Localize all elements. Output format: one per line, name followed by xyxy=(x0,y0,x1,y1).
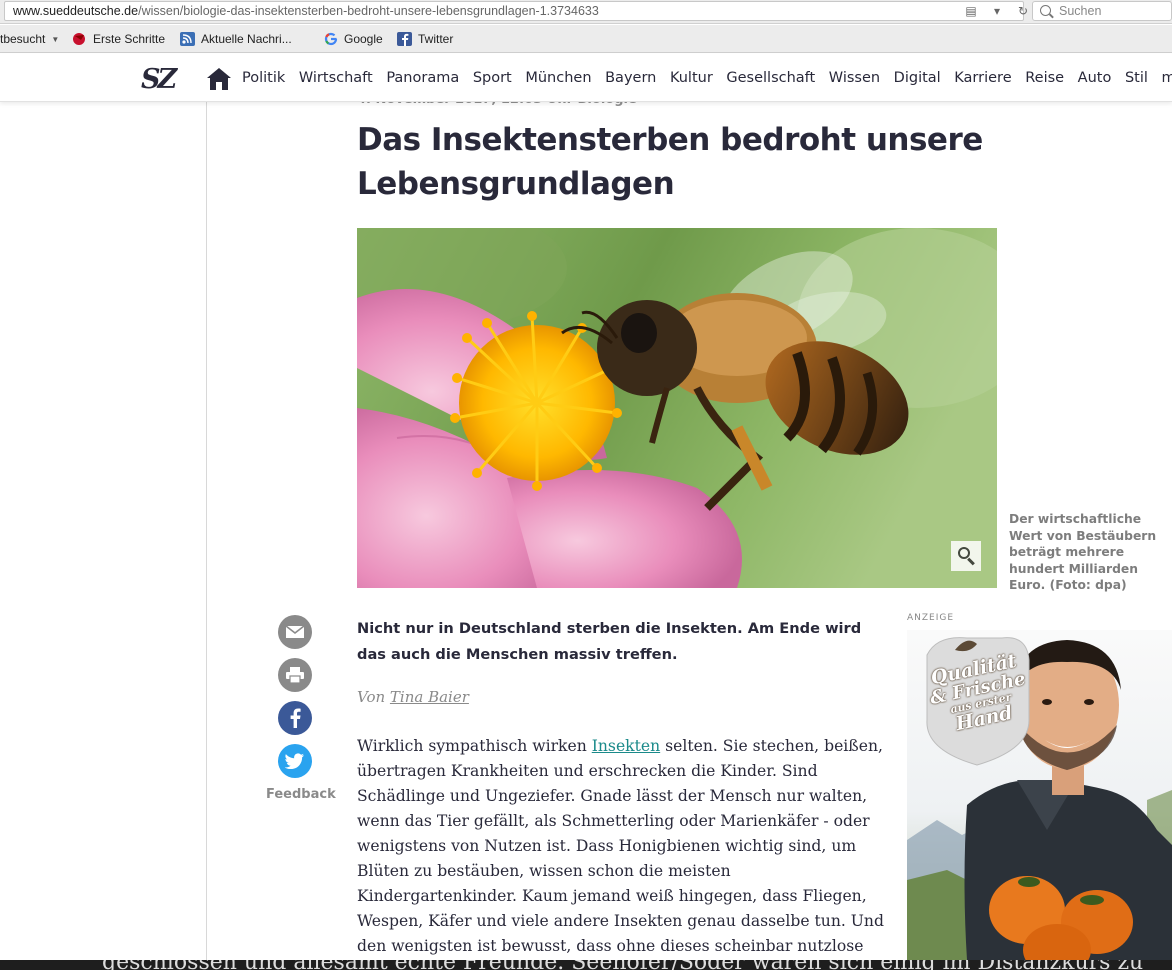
facebook-icon xyxy=(290,708,301,728)
facebook-favicon-icon xyxy=(397,32,412,46)
url-path: /wissen/biologie-das-insektensterben-bed… xyxy=(138,4,599,18)
twitter-bird-icon xyxy=(285,753,304,769)
bee-on-flower-photo xyxy=(357,228,997,588)
chevron-down-icon: ▼ xyxy=(51,34,60,44)
site-header: SZ Politik Wirtschaft Panorama Sport Mün… xyxy=(0,54,1172,102)
bookmark-label: Aktuelle Nachri... xyxy=(201,32,292,46)
search-icon xyxy=(1040,5,1051,16)
browser-toolbar: www.sueddeutsche.de/wissen/biologie-das-… xyxy=(0,0,1172,24)
nav-item-sport[interactable]: Sport xyxy=(473,70,512,86)
ad-label: ANZEIGE xyxy=(907,613,955,623)
nav-item-bayern[interactable]: Bayern xyxy=(605,70,656,86)
nav-item-wissen[interactable]: Wissen xyxy=(829,70,880,86)
email-icon xyxy=(285,625,305,638)
dropdown-chevron-icon[interactable]: ▾ xyxy=(986,3,1008,19)
share-print-button[interactable] xyxy=(278,658,312,692)
nav-item-panorama[interactable]: Panorama xyxy=(386,70,459,86)
bookmark-label: tbesucht xyxy=(0,32,46,46)
nav-item-karriere[interactable]: Karriere xyxy=(954,70,1011,86)
advertisement[interactable]: Qualität & Frische aus erster Hand xyxy=(907,630,1172,960)
bookmark-label: Twitter xyxy=(418,32,454,46)
search-placeholder: Suchen xyxy=(1059,4,1102,18)
nav-item-politik[interactable]: Politik xyxy=(242,70,285,86)
url-field[interactable]: www.sueddeutsche.de/wissen/biologie-das-… xyxy=(4,1,1024,21)
article-byline: Von Tina Baier xyxy=(357,688,469,706)
nav-item-gesellschaft[interactable]: Gesellschaft xyxy=(726,70,815,86)
body-text-start: Wirklich sympathisch wirken xyxy=(357,737,592,755)
google-icon xyxy=(324,32,338,46)
firefox-icon xyxy=(73,33,85,45)
body-text-rest: selten. Sie stechen, beißen, übertragen … xyxy=(357,737,884,955)
browser-search-input[interactable]: Suchen xyxy=(1032,1,1172,21)
printer-icon xyxy=(286,667,304,683)
main-nav: Politik Wirtschaft Panorama Sport Münche… xyxy=(242,70,1172,86)
nav-item-mehr[interactable]: mehr... xyxy=(1161,70,1172,86)
share-twitter-button[interactable] xyxy=(278,744,312,778)
insekten-link[interactable]: Insekten xyxy=(592,737,660,755)
share-email-button[interactable] xyxy=(278,615,312,649)
share-facebook-button[interactable] xyxy=(278,701,312,735)
reload-icon[interactable]: ↻ xyxy=(1012,3,1034,19)
bookmark-twitter[interactable]: Twitter xyxy=(397,32,453,46)
article-teaser: Nicht nur in Deutschland sterben die Ins… xyxy=(357,620,862,663)
bookmark-most-visited[interactable]: tbesucht ▼ xyxy=(0,32,59,46)
image-caption: Der wirtschaftliche Wert von Bestäubern … xyxy=(1009,512,1157,592)
url-host: www.sueddeutsche.de xyxy=(13,4,139,18)
nav-item-stil[interactable]: Stil xyxy=(1125,70,1148,86)
author-link[interactable]: Tina Baier xyxy=(390,688,469,706)
feedback-link[interactable]: Feedback xyxy=(266,787,336,802)
byline-prefix: Von xyxy=(357,688,390,706)
zoom-image-button[interactable] xyxy=(951,541,981,571)
bookmark-label: Google xyxy=(344,32,383,46)
bookmark-erste-schritte[interactable]: Erste Schritte xyxy=(72,32,165,46)
nav-item-muenchen[interactable]: München xyxy=(525,70,591,86)
bookmark-google[interactable]: Google xyxy=(324,32,383,46)
nav-item-reise[interactable]: Reise xyxy=(1025,70,1064,86)
article-body: Wirklich sympathisch wirken Insekten sel… xyxy=(357,734,887,959)
rss-icon xyxy=(180,32,195,46)
sz-logo[interactable]: SZ xyxy=(141,64,177,95)
bookmarks-bar: tbesucht ▼ Erste Schritte Aktuelle Nachr… xyxy=(0,25,1172,53)
home-icon[interactable] xyxy=(206,67,232,91)
nav-item-auto[interactable]: Auto xyxy=(1078,70,1112,86)
reader-view-icon[interactable]: ▤ xyxy=(960,3,982,19)
article-hero-image[interactable] xyxy=(357,228,997,588)
nav-item-digital[interactable]: Digital xyxy=(894,70,941,86)
article-headline: Das Insektensterben bedroht unsere Leben… xyxy=(357,122,983,202)
bookmark-label: Erste Schritte xyxy=(93,32,166,46)
left-divider xyxy=(206,102,207,970)
nav-item-kultur[interactable]: Kultur xyxy=(670,70,713,86)
bookmark-aktuelle-nachrichten[interactable]: Aktuelle Nachri... xyxy=(180,32,292,46)
nav-item-wirtschaft[interactable]: Wirtschaft xyxy=(299,70,373,86)
